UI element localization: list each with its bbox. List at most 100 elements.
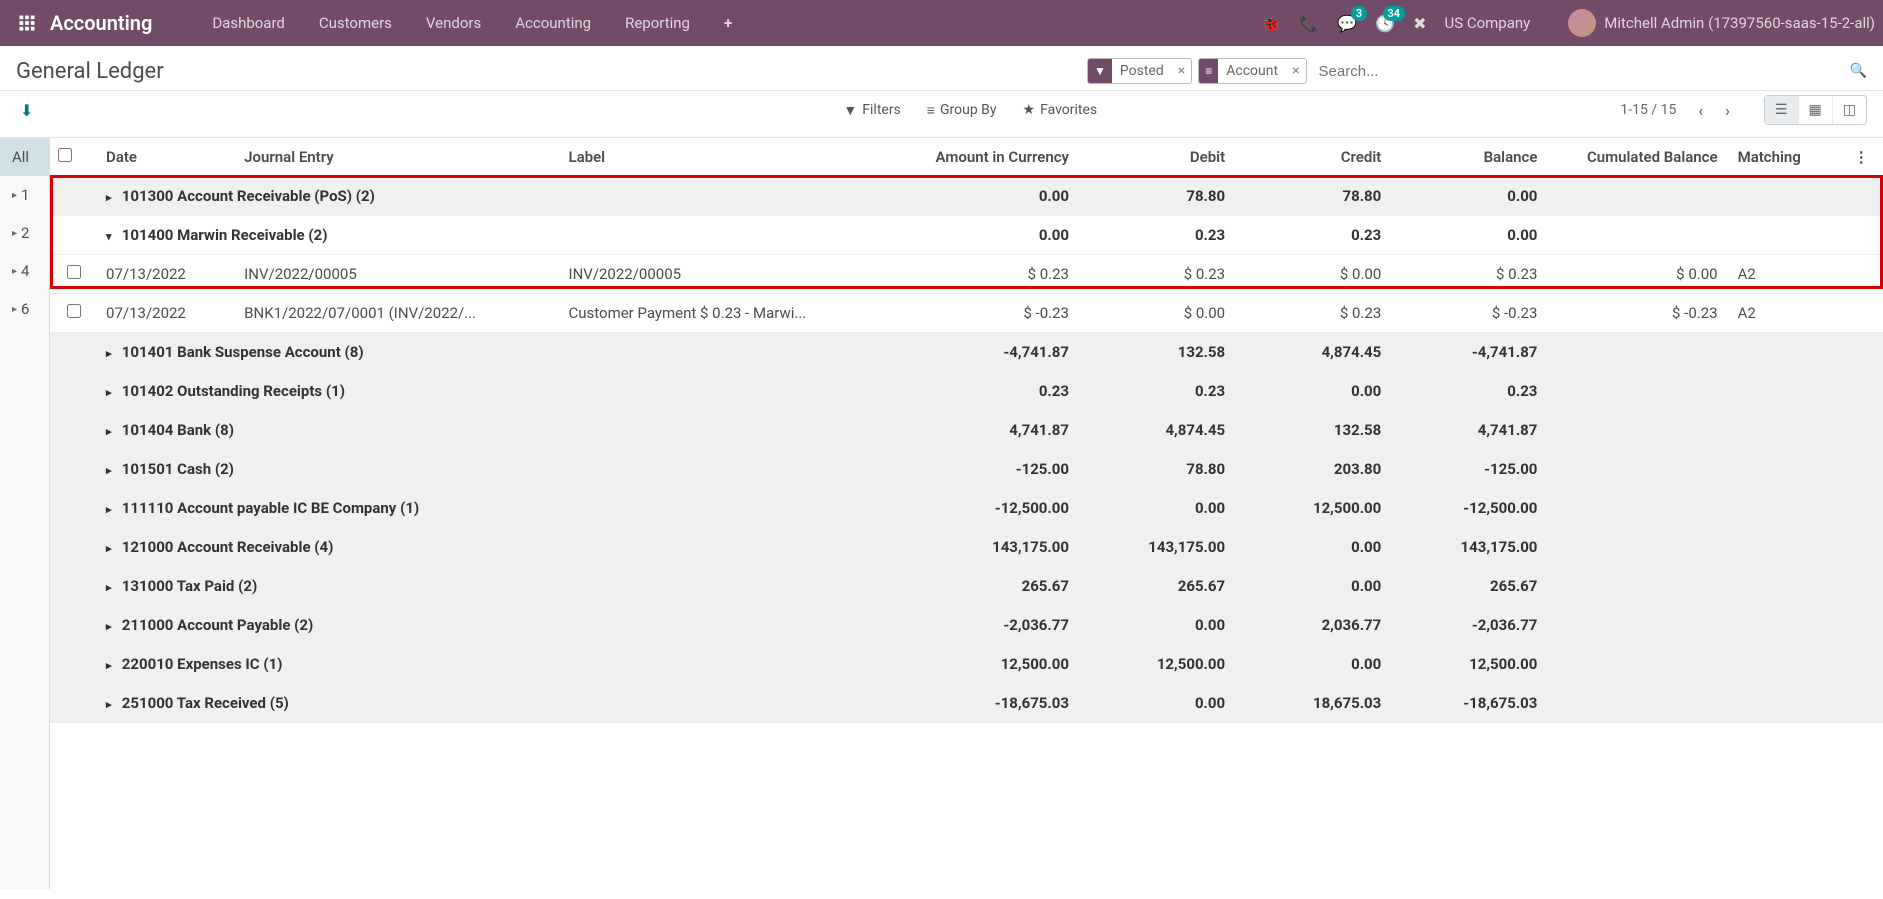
nav-reporting[interactable]: Reporting — [609, 6, 706, 40]
cell-credit: $ 0.00 — [1233, 255, 1389, 294]
caret-icon: ▸ — [12, 304, 17, 315]
col-date[interactable]: Date — [98, 138, 236, 177]
group-row[interactable]: ▸ 220010 Expenses IC (1) 12,500.00 12,50… — [50, 645, 1883, 684]
sidebar-4[interactable]: ▸4 — [0, 252, 49, 290]
nav-new-icon[interactable]: + — [708, 6, 748, 40]
close-x-icon[interactable]: ✖ — [1413, 14, 1426, 33]
caret-icon: ▸ — [12, 266, 17, 277]
favorites-button[interactable]: ★Favorites — [1023, 102, 1098, 119]
group-row[interactable]: ▸ 211000 Account Payable (2) -2,036.77 0… — [50, 606, 1883, 645]
bug-icon[interactable]: 🐞 — [1261, 14, 1281, 33]
filters-button[interactable]: ▼Filters — [843, 102, 900, 119]
pager-prev[interactable]: ‹ — [1690, 97, 1711, 124]
group-balance: 0.23 — [1389, 372, 1545, 411]
group-credit: 2,036.77 — [1233, 606, 1389, 645]
apps-icon[interactable] — [18, 14, 36, 32]
group-amount: 265.67 — [885, 567, 1077, 606]
group-name: 101300 Account Receivable (PoS) (2) — [122, 187, 375, 205]
group-row[interactable]: ▸ 111110 Account payable IC BE Company (… — [50, 489, 1883, 528]
view-pivot-icon[interactable]: ▦ — [1799, 96, 1833, 124]
cell-label: INV/2022/00005 — [560, 255, 884, 294]
group-row[interactable]: ▸ 121000 Account Receivable (4) 143,175.… — [50, 528, 1883, 567]
col-options-icon[interactable]: ⋮ — [1846, 138, 1883, 177]
group-amount: 4,741.87 — [885, 411, 1077, 450]
group-amount: 0.00 — [885, 177, 1077, 216]
caret-icon: ▸ — [12, 190, 17, 201]
caret-right-icon: ▸ — [106, 191, 118, 204]
row-checkbox[interactable] — [67, 304, 81, 318]
list-icon: ≡ — [927, 102, 935, 119]
nav-customers[interactable]: Customers — [303, 6, 408, 40]
col-matching[interactable]: Matching — [1726, 138, 1846, 177]
nav-accounting[interactable]: Accounting — [499, 6, 607, 40]
group-credit: 18,675.03 — [1233, 684, 1389, 723]
top-nav: Accounting Dashboard Customers Vendors A… — [0, 0, 1883, 46]
nav-vendors[interactable]: Vendors — [410, 6, 497, 40]
group-row[interactable]: ▸ 131000 Tax Paid (2) 265.67 265.67 0.00… — [50, 567, 1883, 606]
messages-badge: 3 — [1351, 6, 1367, 21]
group-credit: 78.80 — [1233, 177, 1389, 216]
cell-balance: $ 0.23 — [1389, 255, 1545, 294]
col-debit[interactable]: Debit — [1077, 138, 1233, 177]
col-cumulated[interactable]: Cumulated Balance — [1545, 138, 1725, 177]
col-credit[interactable]: Credit — [1233, 138, 1389, 177]
group-row[interactable]: ▸ 101300 Account Receivable (PoS) (2) 0.… — [50, 177, 1883, 216]
messages-icon[interactable]: 💬3 — [1337, 14, 1357, 33]
search-input[interactable] — [1313, 59, 1850, 84]
select-all-checkbox[interactable] — [58, 148, 72, 162]
facet-remove[interactable]: × — [1172, 63, 1191, 79]
search-bar[interactable]: ▼ Posted × ≡ Account × 🔍 — [1087, 58, 1867, 84]
table-row[interactable]: 07/13/2022 BNK1/2022/07/0001 (INV/2022/.… — [50, 294, 1883, 333]
cell-balance: $ -0.23 — [1389, 294, 1545, 333]
activities-icon[interactable]: 🕓34 — [1375, 14, 1395, 33]
group-balance: 4,741.87 — [1389, 411, 1545, 450]
company-selector[interactable]: US Company — [1444, 14, 1530, 32]
group-row[interactable]: ▸ 101404 Bank (8) 4,741.87 4,874.45 132.… — [50, 411, 1883, 450]
view-list-icon[interactable]: ☰ — [1765, 96, 1799, 124]
star-icon: ★ — [1023, 102, 1036, 118]
row-checkbox[interactable] — [67, 265, 81, 279]
col-balance[interactable]: Balance — [1389, 138, 1545, 177]
col-journal[interactable]: Journal Entry — [236, 138, 560, 177]
group-row[interactable]: ▾ 101400 Marwin Receivable (2) 0.00 0.23… — [50, 216, 1883, 255]
group-name: 211000 Account Payable (2) — [122, 616, 313, 634]
sidebar-2[interactable]: ▸2 — [0, 214, 49, 252]
group-row[interactable]: ▸ 101401 Bank Suspense Account (8) -4,74… — [50, 333, 1883, 372]
group-row[interactable]: ▸ 101402 Outstanding Receipts (1) 0.23 0… — [50, 372, 1883, 411]
control-panel: General Ledger ▼ Posted × ≡ Account × 🔍 — [0, 46, 1883, 91]
table-row[interactable]: 07/13/2022 INV/2022/00005 INV/2022/00005… — [50, 255, 1883, 294]
brand-title[interactable]: Accounting — [50, 11, 152, 35]
caret-right-icon: ▸ — [106, 425, 118, 438]
ledger-table: Date Journal Entry Label Amount in Curre… — [50, 138, 1883, 723]
search-icon[interactable]: 🔍 — [1850, 63, 1867, 79]
table-wrap: Date Journal Entry Label Amount in Curre… — [50, 138, 1883, 889]
facet-remove[interactable]: × — [1286, 63, 1305, 79]
download-icon[interactable]: ⬇ — [20, 101, 33, 120]
group-balance: -2,036.77 — [1389, 606, 1545, 645]
cell-cumulated: $ -0.23 — [1545, 294, 1725, 333]
page-title: General Ledger — [16, 59, 164, 84]
group-balance: 0.00 — [1389, 177, 1545, 216]
group-row[interactable]: ▸ 101501 Cash (2) -125.00 78.80 203.80 -… — [50, 450, 1883, 489]
caret-right-icon: ▸ — [106, 503, 118, 516]
sidebar-all[interactable]: All — [0, 138, 49, 176]
pager-next[interactable]: › — [1717, 97, 1738, 124]
groupby-button[interactable]: ≡Group By — [927, 102, 997, 119]
col-label[interactable]: Label — [560, 138, 884, 177]
group-balance: -12,500.00 — [1389, 489, 1545, 528]
col-amount-currency[interactable]: Amount in Currency — [885, 138, 1077, 177]
group-debit: 0.00 — [1077, 489, 1233, 528]
user-menu[interactable]: Mitchell Admin (17397560-saas-15-2-all) — [1568, 9, 1875, 37]
group-amount: 0.23 — [885, 372, 1077, 411]
group-balance: 265.67 — [1389, 567, 1545, 606]
pager[interactable]: 1-15 / 15 — [1620, 102, 1676, 118]
group-balance: 12,500.00 — [1389, 645, 1545, 684]
sidebar-1[interactable]: ▸1 — [0, 176, 49, 214]
phone-icon[interactable]: 📞 — [1299, 14, 1319, 33]
cell-debit: $ 0.00 — [1077, 294, 1233, 333]
group-row[interactable]: ▸ 251000 Tax Received (5) -18,675.03 0.0… — [50, 684, 1883, 723]
nav-dashboard[interactable]: Dashboard — [196, 6, 301, 40]
facet-label: Account — [1218, 63, 1286, 79]
sidebar-6[interactable]: ▸6 — [0, 290, 49, 328]
view-graph-icon[interactable]: ◫ — [1833, 96, 1866, 124]
